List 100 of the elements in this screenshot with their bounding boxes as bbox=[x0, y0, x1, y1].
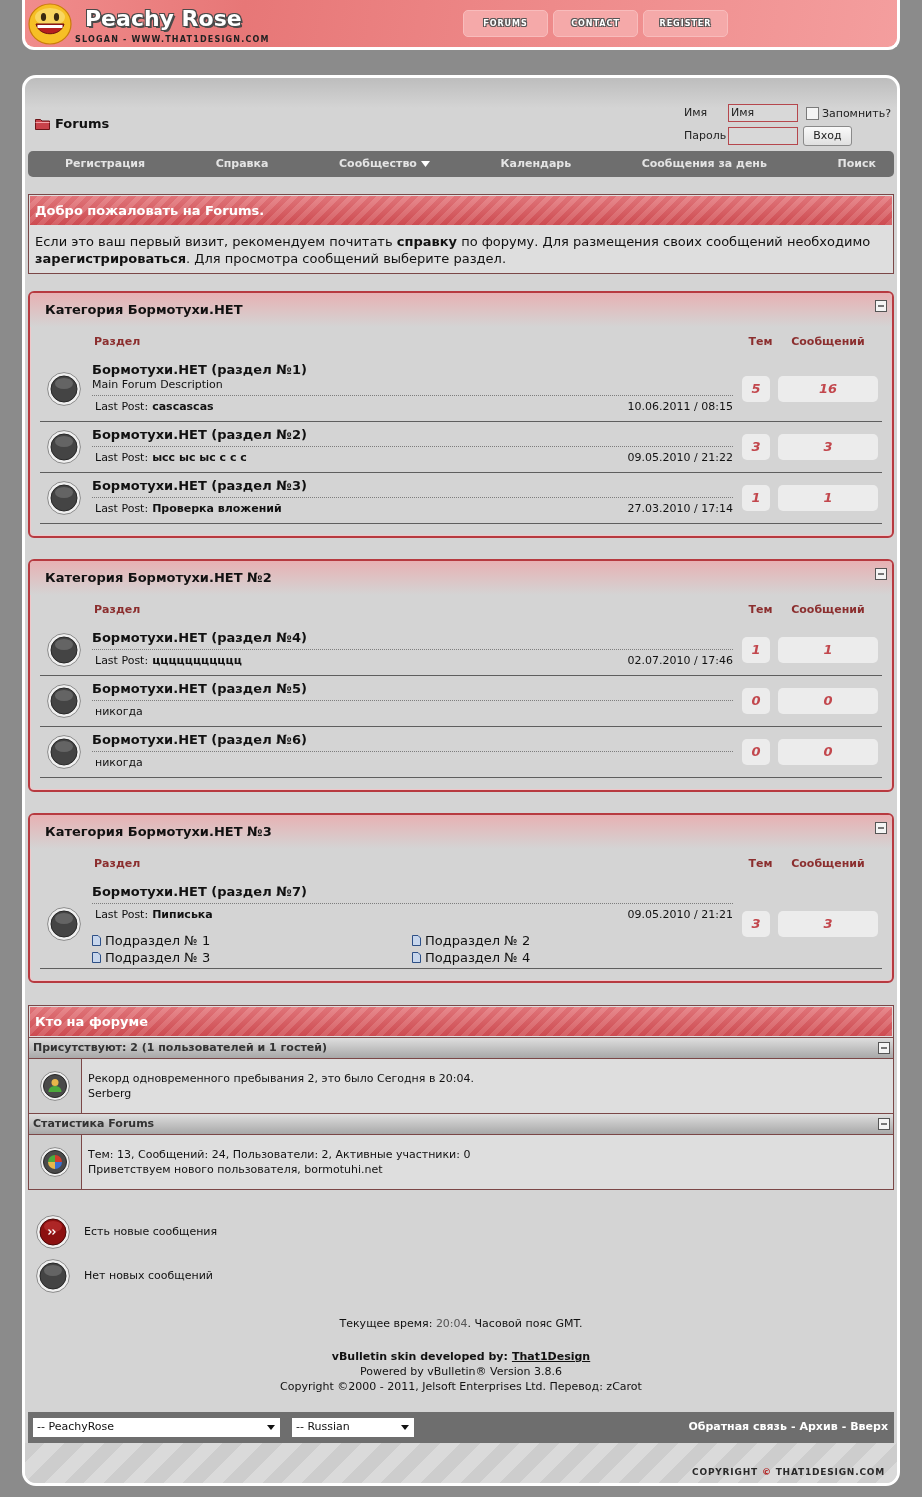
subforum-link[interactable]: Подраздел № 4 bbox=[425, 949, 531, 966]
last-post-link[interactable]: Проверка вложений bbox=[152, 502, 282, 516]
whos-online-title: Кто на форуме bbox=[35, 1012, 148, 1031]
document-icon bbox=[412, 935, 421, 946]
password-label: Пароль bbox=[683, 127, 728, 144]
last-post-link[interactable]: ысс ыс ыс с с с bbox=[152, 451, 247, 465]
navbar-link[interactable]: Сообщения за день bbox=[641, 155, 767, 173]
threads-column-header: Тем bbox=[747, 855, 774, 872]
copyright-mark-text: COPYRIGHT © THAT1DESIGN.COM bbox=[692, 1467, 885, 1478]
collapse-icon[interactable] bbox=[875, 300, 887, 312]
document-icon bbox=[92, 952, 101, 963]
collapse-icon[interactable] bbox=[878, 1042, 890, 1054]
caret-down-icon bbox=[420, 161, 430, 167]
language-select[interactable]: -- Russian bbox=[292, 1418, 414, 1437]
forum-column-header: Раздел bbox=[94, 601, 142, 618]
post-count: 1 bbox=[778, 637, 878, 663]
forum-title-link[interactable]: Бормотухи.НЕТ (раздел №2) bbox=[92, 427, 733, 443]
category-title[interactable]: Категория Бормотухи.НЕТ №2 bbox=[45, 568, 272, 588]
password-field[interactable] bbox=[727, 127, 798, 145]
user-icon bbox=[40, 1071, 70, 1101]
collapse-icon[interactable] bbox=[875, 568, 887, 580]
skin-credit-text: vBulletin skin developed by: bbox=[331, 1349, 508, 1364]
username-label: Имя bbox=[683, 104, 709, 121]
style-select[interactable]: -- PeachyRose bbox=[33, 1418, 280, 1437]
post-count: 3 bbox=[778, 910, 878, 937]
footer-link[interactable]: Обратная связь bbox=[688, 1419, 787, 1436]
legend-label: Нет новых сообщений bbox=[84, 1267, 213, 1284]
section-text: Тем: 13, Сообщений: 24, Пользователи: 2, Активные участники: 0 bbox=[88, 1147, 472, 1162]
last-post-label: Last Post: bbox=[95, 502, 149, 516]
navbar-link[interactable]: Календарь bbox=[500, 155, 572, 173]
navbar-link[interactable]: Поиск bbox=[837, 155, 876, 173]
section-title: Присутствуют: 2 (1 пользователей и 1 гостей) bbox=[33, 1039, 327, 1056]
site-slogan: SLOGAN - WWW.THAT1DESIGN.COM bbox=[75, 34, 270, 45]
last-post-date: 02.07.2010 / 17:46 bbox=[627, 654, 733, 668]
last-post-label: Last Post: bbox=[95, 451, 149, 465]
category-title[interactable]: Категория Бормотухи.НЕТ bbox=[45, 300, 243, 320]
forum-title-link[interactable]: Бормотухи.НЕТ (раздел №7) bbox=[92, 884, 733, 900]
forum-title-link[interactable]: Бормотухи.НЕТ (раздел №4) bbox=[92, 630, 733, 646]
threads-column-header: Тем bbox=[747, 333, 774, 350]
threads-column-header: Тем bbox=[747, 601, 774, 618]
forum-title-link[interactable]: Бормотухи.НЕТ (раздел №6) bbox=[92, 732, 733, 748]
username-field[interactable]: Имя bbox=[727, 103, 798, 122]
navbar-link[interactable]: Сообщество bbox=[339, 155, 430, 173]
collapse-icon[interactable] bbox=[878, 1118, 890, 1130]
subforum-link[interactable]: Подраздел № 3 bbox=[105, 949, 211, 966]
subforum-link[interactable]: Подраздел № 1 bbox=[105, 932, 211, 949]
last-post-label: Last Post: bbox=[95, 654, 149, 668]
thread-count: 5 bbox=[742, 376, 770, 402]
last-post-link[interactable]: Пиписька bbox=[152, 908, 213, 922]
thread-count: 0 bbox=[742, 688, 770, 714]
collapse-icon[interactable] bbox=[875, 822, 887, 834]
breadcrumb-title[interactable]: Forums bbox=[55, 116, 110, 132]
navbar-link[interactable]: Регистрация bbox=[65, 155, 146, 173]
thread-count: 0 bbox=[742, 739, 770, 765]
thread-count: 1 bbox=[742, 485, 770, 511]
last-post-link[interactable]: cascascas bbox=[152, 400, 214, 414]
last-post-date: 09.05.2010 / 21:21 bbox=[627, 908, 733, 922]
thread-count: 3 bbox=[742, 434, 770, 460]
post-count: 1 bbox=[778, 485, 878, 511]
category-title[interactable]: Категория Бормотухи.НЕТ №3 bbox=[45, 822, 272, 842]
link-separator: - bbox=[790, 1419, 796, 1436]
last-post-date: 27.03.2010 / 17:14 bbox=[627, 502, 733, 516]
forum-title-link[interactable]: Бормотухи.НЕТ (раздел №1) bbox=[92, 362, 733, 378]
document-icon bbox=[92, 935, 101, 946]
welcome-text: Если это ваш первый визит, рекомендуем почитать справку по форуму. Для размещения своих сообщений необходимо зарегистрироваться. Для просмотра сообщений выберите раздел. bbox=[34, 233, 872, 268]
subforum-link[interactable]: Подраздел № 2 bbox=[425, 932, 531, 949]
section-text: Приветствуем нового пользователя, bormotuhi.net bbox=[88, 1162, 384, 1177]
forum-description: Main Forum Description bbox=[92, 378, 224, 392]
last-post-never-text: никогда bbox=[95, 756, 143, 769]
forum-column-header: Раздел bbox=[94, 855, 142, 872]
thread-count: 1 bbox=[742, 637, 770, 663]
section-title: Статистика Forums bbox=[33, 1115, 155, 1132]
last-post-never-text: никогда bbox=[95, 705, 143, 718]
footer-link[interactable]: Архив bbox=[799, 1419, 838, 1436]
legend-label: Есть новые сообщения bbox=[84, 1223, 218, 1240]
last-post-label: Last Post: bbox=[95, 908, 149, 922]
last-post-link[interactable]: ццццццццццц bbox=[152, 654, 242, 668]
designer-link[interactable]: That1Design bbox=[511, 1349, 591, 1364]
welcome-title: Добро пожаловать на Forums. bbox=[35, 201, 265, 220]
remember-checkbox[interactable] bbox=[805, 107, 819, 121]
posts-column-header: Сообщений bbox=[790, 333, 866, 350]
section-text: Serberg bbox=[88, 1086, 133, 1101]
thread-count: 3 bbox=[742, 910, 770, 937]
forum-title-link[interactable]: Бормотухи.НЕТ (раздел №3) bbox=[92, 478, 733, 494]
post-count: 16 bbox=[778, 376, 878, 402]
forum-column-header: Раздел bbox=[94, 333, 142, 350]
document-icon bbox=[412, 952, 421, 963]
login-button[interactable]: Вход bbox=[802, 126, 852, 146]
site-logo-title: Peachy Rose bbox=[84, 4, 243, 32]
caret-down-icon bbox=[401, 1425, 409, 1430]
navbar-link[interactable]: Справка bbox=[215, 155, 269, 173]
current-time-text: Текущее время: 20:04. Часовой пояс GMT. bbox=[339, 1317, 583, 1331]
caret-down-icon bbox=[267, 1425, 275, 1430]
footer-link[interactable]: Вверх bbox=[850, 1419, 888, 1436]
post-count: 0 bbox=[778, 739, 878, 765]
pie-chart-icon bbox=[40, 1147, 70, 1177]
powered-by-text: Powered by vBulletin® Version 3.8.6 bbox=[360, 1364, 562, 1379]
last-post-date: 09.05.2010 / 21:22 bbox=[627, 451, 733, 465]
last-post-label: Last Post: bbox=[95, 400, 149, 414]
forum-title-link[interactable]: Бормотухи.НЕТ (раздел №5) bbox=[92, 681, 733, 697]
